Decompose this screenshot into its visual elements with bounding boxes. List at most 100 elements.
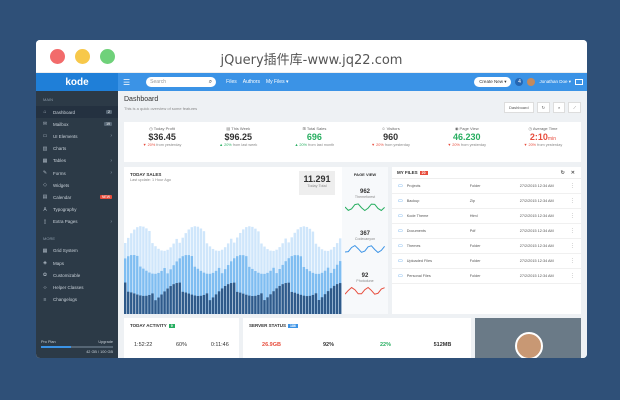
chart-bar xyxy=(266,297,269,314)
file-name[interactable]: Kode Theme xyxy=(407,214,470,218)
sidebar-item-extra-pages[interactable]: ▯ Extra Pages › xyxy=(36,216,118,228)
file-name[interactable]: Themes xyxy=(407,244,470,248)
stat-value-text: 696 xyxy=(306,132,322,142)
sidebar-item-grid-system[interactable]: ▦ Grid System xyxy=(36,245,118,257)
close-icon[interactable]: ✕ xyxy=(571,170,575,176)
sidebar-item-forms[interactable]: ✎ Forms › xyxy=(36,167,118,179)
page-view-item: 962 Themeforest xyxy=(342,189,388,217)
more-icon[interactable]: ⋮ xyxy=(570,213,575,219)
stat-note: from yesterday xyxy=(460,143,487,147)
mail-icon: ✉ xyxy=(42,121,48,128)
sidebar-item-ui-elements[interactable]: ▭ UI Elements › xyxy=(36,130,118,142)
stat-value-text: 2:10 xyxy=(529,132,548,142)
file-name[interactable]: Personal Files xyxy=(407,274,470,278)
nav-authors[interactable]: Authors xyxy=(243,79,260,85)
chart-bar xyxy=(287,282,290,314)
more-icon[interactable]: ⋮ xyxy=(570,198,575,204)
sidebar-item-tables[interactable]: ▦ Tables › xyxy=(36,155,118,167)
sidebar-item-label: Charts xyxy=(53,146,67,152)
more-icon[interactable]: ⋮ xyxy=(570,228,575,234)
chart-bar xyxy=(269,294,272,314)
sidebar-item-helper-classes[interactable]: ‹› Helper Classes xyxy=(36,281,118,293)
paint-icon: ✿ xyxy=(42,272,48,279)
refresh-icon[interactable]: ↻ xyxy=(536,102,550,113)
file-row[interactable]: ▭ Backup Zip 27/2/2015 12:34 AM ⋮ xyxy=(392,194,581,209)
file-name[interactable]: Uploaded Files xyxy=(407,259,470,263)
chart-bar xyxy=(296,293,299,314)
file-row[interactable]: ▭ Themes Folder 27/2/2015 12:34 AM ⋮ xyxy=(392,239,581,254)
stat-value-text: 46.230 xyxy=(453,132,481,142)
stat-label-text: Average Time xyxy=(532,126,558,131)
sidebar-item-label: Maps xyxy=(53,260,65,266)
create-new-button[interactable]: Create New ▾ xyxy=(474,77,512,87)
sparkline xyxy=(344,203,385,212)
search-input[interactable]: Search ⌕ xyxy=(146,77,217,87)
nav-my-files[interactable]: My Files ▾ xyxy=(266,79,289,85)
app-logo[interactable]: kode xyxy=(36,73,118,91)
file-row[interactable]: ▭ Documents Pdf 27/2/2015 12:34 AM ⋮ xyxy=(392,224,581,239)
bar-chart-icon: ▥ xyxy=(42,145,48,152)
diamond-icon: ◇ xyxy=(43,182,47,189)
refresh-icon[interactable]: ↻ xyxy=(561,170,565,176)
folder-icon: ▭ xyxy=(398,213,403,219)
stat-label-text: Total Sales xyxy=(306,126,327,131)
file-row[interactable]: ▭ Kode Theme Html 27/2/2015 12:34 AM ⋮ xyxy=(392,209,581,224)
menu-toggle-icon[interactable]: ☰ xyxy=(123,78,130,87)
sidebar-item-dashboard[interactable]: ⌂ Dashboard 2 xyxy=(36,106,118,119)
chart-bar xyxy=(317,300,321,314)
search-icon[interactable]: ⌕ xyxy=(552,102,566,113)
sidebar-item-customizable[interactable]: ✿ Customizable xyxy=(36,269,118,281)
window-title: jQuery插件库-www.jq22.com xyxy=(220,53,403,68)
user-menu[interactable]: Jonathan Doe ▾ xyxy=(539,79,571,85)
chart-bar xyxy=(326,291,330,314)
chart-bar xyxy=(157,297,160,314)
stat-card: ◷ Today Profit $36.45 ▼ 20% from yesterday xyxy=(124,122,200,162)
search-icon[interactable]: ⌕ xyxy=(209,79,212,86)
more-icon[interactable]: ⋮ xyxy=(570,243,575,249)
chart-bar xyxy=(260,293,263,314)
file-row[interactable]: ▭ Projects Folder 27/2/2015 12:34 AM ⋮ xyxy=(392,179,581,194)
sidebar-item-label: Changelogs xyxy=(53,297,78,303)
avatar[interactable] xyxy=(515,332,543,358)
sidebar-item-calendar[interactable]: ▤ Calendar NEW xyxy=(36,191,118,203)
sidepanel-toggle-icon[interactable] xyxy=(575,79,583,85)
more-icon[interactable]: ⋮ xyxy=(570,183,575,189)
dashboard-button[interactable]: Dashboard xyxy=(504,102,534,113)
sidebar-item-widgets[interactable]: ◇ Widgets xyxy=(36,179,118,191)
stat-label: ⊞ Total Sales xyxy=(276,126,352,131)
notifications-badge[interactable]: 4 xyxy=(515,78,524,86)
my-files-panel: MY FILES 20 ↻ ✕ ▭ Projects Folder 27/2/2015 … xyxy=(392,167,581,314)
file-name[interactable]: Documents xyxy=(407,229,470,233)
sidebar-item-label: Extra Pages xyxy=(53,219,78,225)
stat-card: ▤ This Week $96.25 ▲ 20% from last week xyxy=(200,122,276,162)
chevron-right-icon: › xyxy=(110,133,112,140)
chart-bar xyxy=(214,294,218,314)
chart-bar xyxy=(236,291,239,314)
upgrade-link[interactable]: Upgrade xyxy=(98,340,113,344)
nav-files[interactable]: Files xyxy=(226,79,237,85)
pencil-icon: ✎ xyxy=(42,170,48,177)
more-icon[interactable]: ⋮ xyxy=(570,258,575,264)
file-row[interactable]: ▭ Uploaded Files Folder 27/2/2015 12:34 AM ⋮ xyxy=(392,254,581,269)
sidebar-item-changelogs[interactable]: ≡ Changelogs xyxy=(36,294,118,306)
stat-value: $36.45 xyxy=(124,132,200,142)
sidebar-main-heading: MAIN xyxy=(43,97,53,102)
sidebar-item-charts[interactable]: ▥ Charts xyxy=(36,143,118,155)
file-row[interactable]: ▭ Personal Files Folder 27/2/2015 12:34 AM ⋮ xyxy=(392,269,581,284)
sidebar-item-typography[interactable]: A Typography xyxy=(36,204,118,216)
page-view-title: PAGE VIEW xyxy=(353,172,377,177)
browser-window: jQuery插件库-www.jq22.com kode ☰ Search ⌕ F… xyxy=(36,40,587,358)
stat-label-text: Visitors xyxy=(386,126,400,131)
stat-note: from last week xyxy=(232,143,258,147)
avatar[interactable] xyxy=(527,78,536,86)
file-name[interactable]: Projects xyxy=(407,184,470,188)
stat-value-text: $96.25 xyxy=(224,132,253,142)
stat-card: ⊞ Total Sales 696 ▲ 20% from last month xyxy=(276,122,352,162)
file-name[interactable]: Backup xyxy=(407,199,470,203)
more-icon[interactable]: ⋮ xyxy=(570,273,575,279)
trend-icon[interactable]: ⟋ xyxy=(568,102,581,113)
profile-photo-card xyxy=(475,318,581,358)
file-icon: ▯ xyxy=(43,218,47,225)
sidebar-item-maps[interactable]: ◈ Maps xyxy=(36,257,118,269)
sidebar-item-mailbox[interactable]: ✉ Mailbox 19 xyxy=(36,118,118,130)
